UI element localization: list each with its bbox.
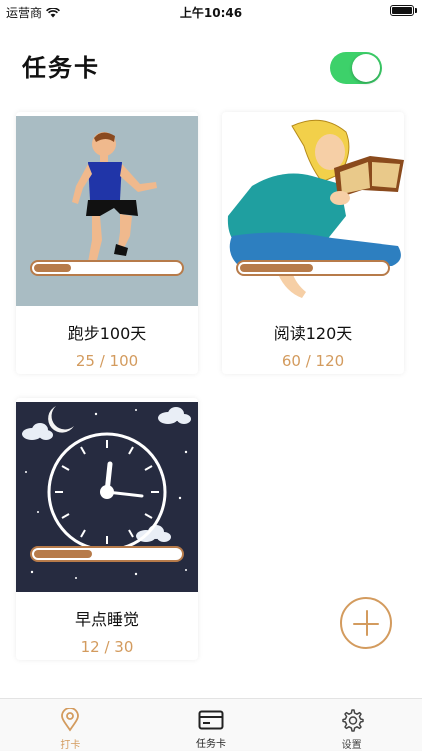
running-progress-fill: [34, 264, 71, 272]
page-title: 任务卡: [22, 54, 100, 82]
task-name: 跑步100天: [67, 324, 147, 343]
task-count: 60 / 120: [281, 352, 345, 370]
tab-checkin[interactable]: 打卡: [0, 699, 141, 751]
status-time: 上午10:46: [179, 6, 243, 20]
tab-label: 打卡: [60, 740, 81, 751]
status-bar: 运营商 上午10:46: [0, 0, 422, 22]
task-name: 早点睡觉: [74, 610, 139, 629]
tab-label: 设置: [341, 740, 362, 751]
reading-illustration: [222, 116, 404, 306]
task-name: 阅读120天: [273, 324, 353, 343]
tab-task-card[interactable]: 任务卡: [141, 699, 282, 750]
reading-progress: [236, 260, 390, 276]
header: 任务卡: [0, 22, 422, 108]
tab-settings[interactable]: 设置: [281, 699, 422, 751]
task-card-sleep[interactable]: 早点睡觉 12 / 30: [16, 398, 198, 660]
reading-progress-fill: [240, 264, 313, 272]
location-pin-icon: [57, 708, 83, 732]
running-progress: [30, 260, 184, 276]
mode-toggle[interactable]: [330, 52, 382, 84]
toggle-knob: [352, 54, 380, 82]
task-card-running[interactable]: 跑步100天 25 / 100: [16, 112, 198, 374]
running-illustration: [16, 116, 198, 306]
task-count: 25 / 100: [75, 352, 139, 370]
tab-bar: 打卡 任务卡 设置: [0, 698, 422, 751]
sleep-progress-fill: [34, 550, 93, 558]
sleep-illustration: [16, 402, 198, 592]
card-icon: [198, 708, 224, 731]
battery-icon: [390, 5, 417, 16]
task-count: 12 / 30: [80, 638, 134, 656]
gear-icon: [339, 708, 365, 732]
add-task-button[interactable]: [340, 597, 392, 649]
task-card-reading[interactable]: 阅读120天 60 / 120: [222, 112, 404, 374]
sleep-progress: [30, 546, 184, 562]
tab-label: 任务卡: [196, 739, 226, 750]
